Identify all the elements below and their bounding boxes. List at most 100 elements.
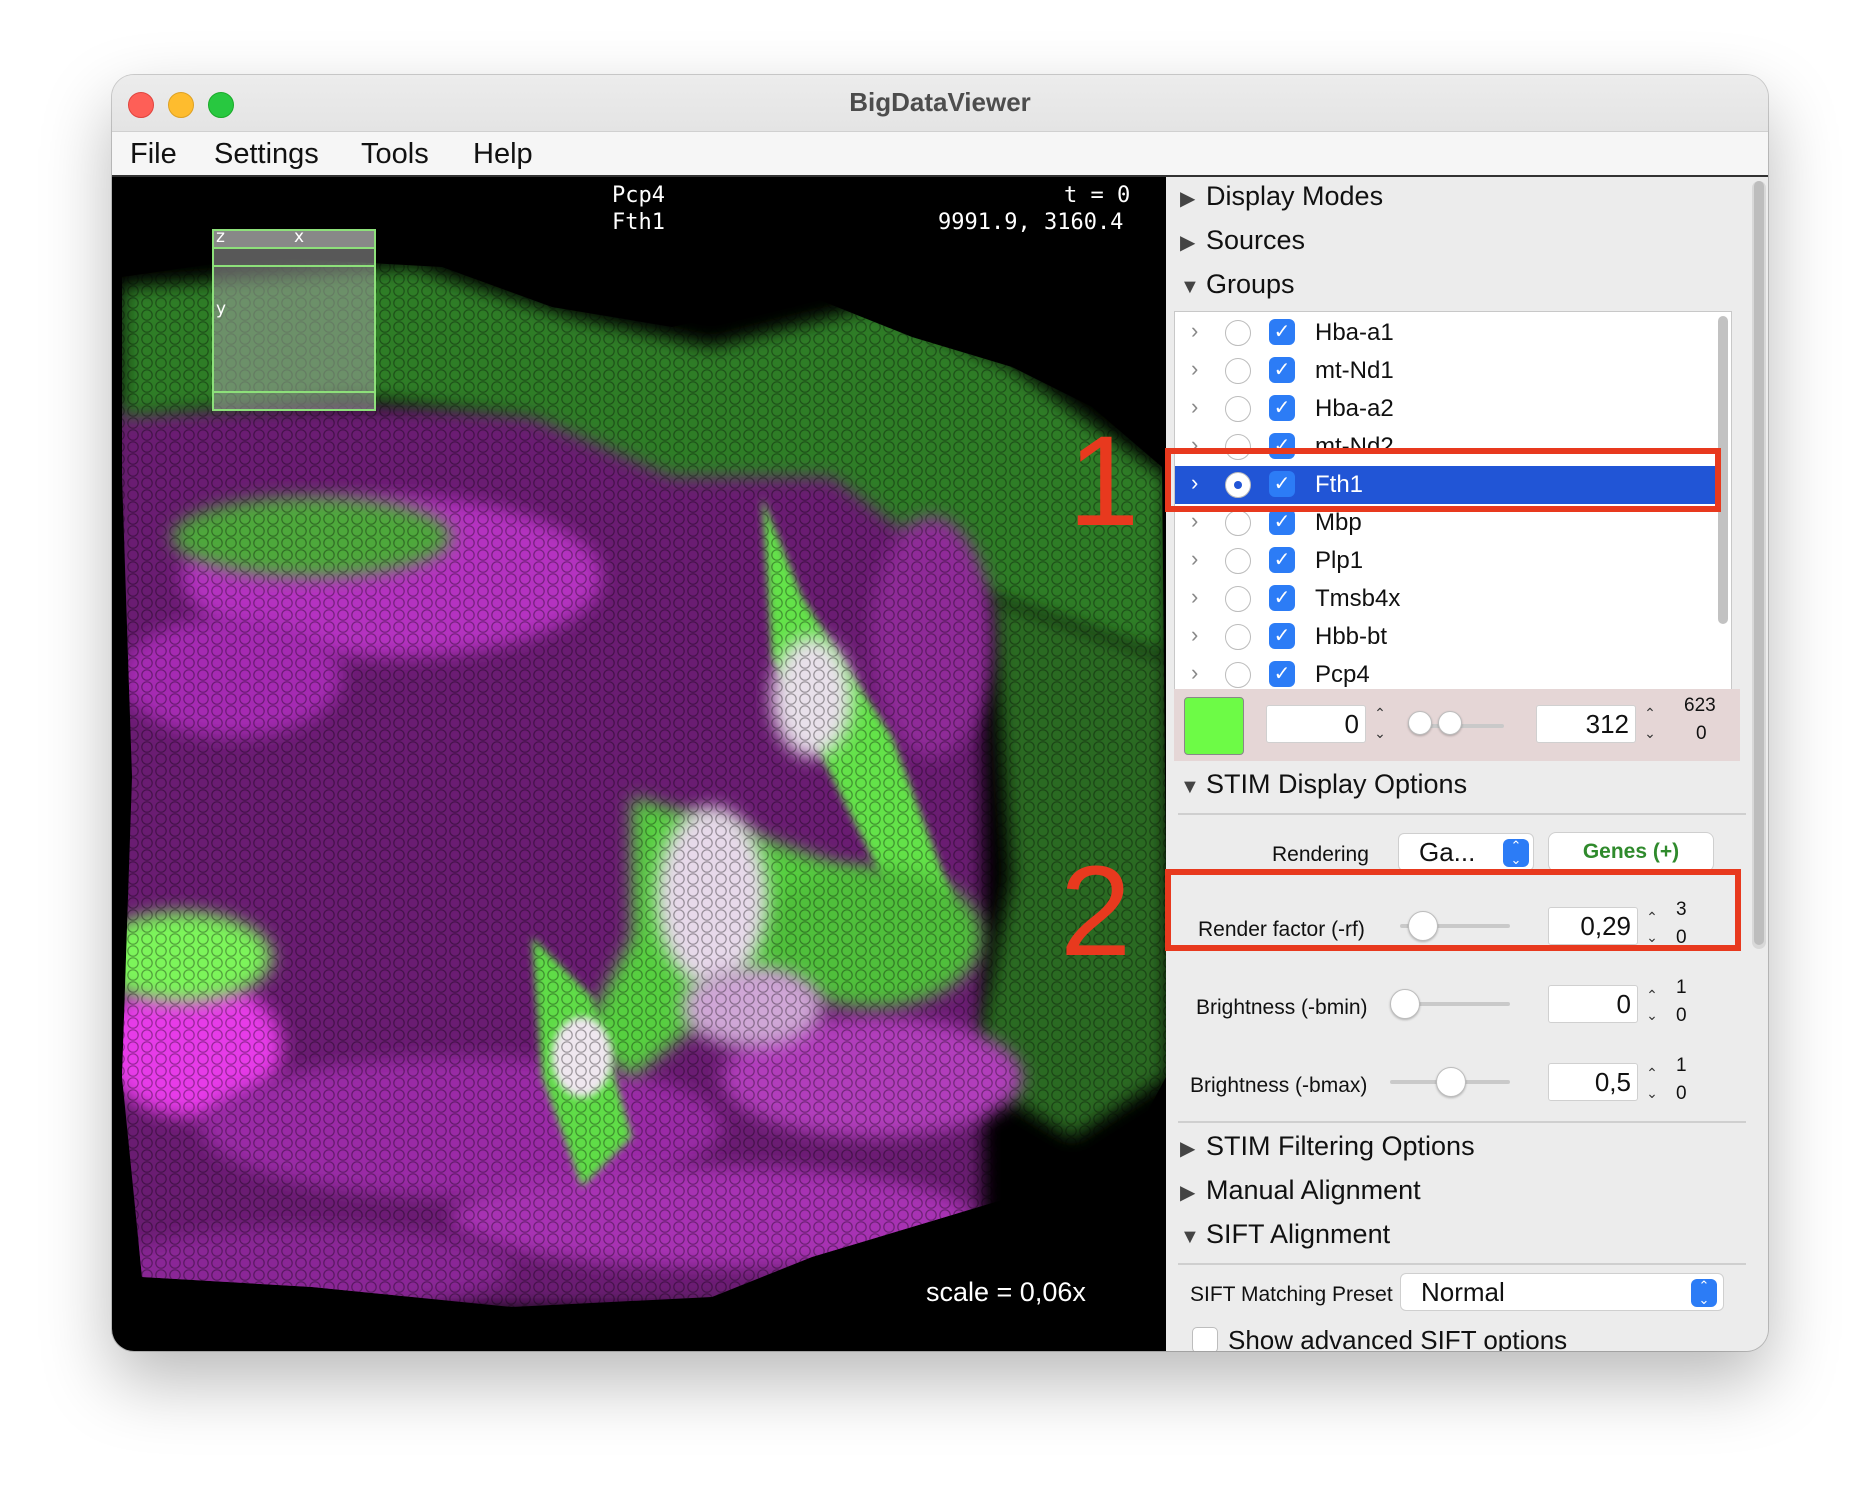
rendering-label: Rendering <box>1272 843 1369 866</box>
divider <box>1178 1121 1746 1123</box>
group-visible-checkbox[interactable]: ✓ <box>1269 509 1295 535</box>
group-active-radio[interactable] <box>1225 510 1251 536</box>
section-groups-label: Groups <box>1206 269 1295 299</box>
group-active-radio[interactable] <box>1225 624 1251 650</box>
brightness-bmin-field[interactable]: 0 <box>1548 985 1638 1023</box>
image-viewer-canvas[interactable]: Pcp4 Fth1 t = 0 9991.9, 3160.4 scale = 0… <box>112 177 1166 1351</box>
navigation-box-line <box>214 391 374 393</box>
menu-help[interactable]: Help <box>473 138 533 171</box>
navigation-box-line <box>214 247 374 249</box>
section-display-modes[interactable]: ▶ Display Modes <box>1180 181 1383 212</box>
expanded-arrow-icon: ▼ <box>1180 1226 1200 1248</box>
dual-range-slider[interactable] <box>1408 711 1504 741</box>
expanded-arrow-icon: ▼ <box>1180 776 1200 798</box>
group-visible-checkbox[interactable]: ✓ <box>1269 661 1295 687</box>
sift-preset-label: SIFT Matching Preset <box>1190 1283 1393 1306</box>
panel-scrollbar-thumb[interactable] <box>1754 181 1764 945</box>
range-max-field[interactable]: 312 <box>1536 705 1636 743</box>
group-active-radio[interactable] <box>1225 320 1251 346</box>
section-stim-filtering-options[interactable]: ▶ STIM Filtering Options <box>1180 1131 1475 1162</box>
brightness-bmax-min: 0 <box>1676 1083 1687 1104</box>
dropdown-arrows-icon: ⌃ ⌄ <box>1691 1279 1717 1307</box>
window-title: BigDataViewer <box>849 87 1031 117</box>
source-name-1: Pcp4 <box>612 183 665 208</box>
section-sift-alignment-label: SIFT Alignment <box>1206 1219 1391 1249</box>
group-active-radio[interactable] <box>1225 586 1251 612</box>
divider <box>1178 1263 1746 1265</box>
axis-z-label: z <box>216 227 225 247</box>
group-visible-checkbox[interactable]: ✓ <box>1269 357 1295 383</box>
range-max-spinner[interactable]: ⌃ ⌄ <box>1640 703 1660 743</box>
brightness-bmax-slider[interactable] <box>1390 1067 1510 1097</box>
panel-scrollbar[interactable] <box>1752 181 1766 949</box>
brightness-bmax-field[interactable]: 0,5 <box>1548 1063 1638 1101</box>
group-name: Pcp4 <box>1315 661 1370 688</box>
advanced-sift-label: Show advanced SIFT options <box>1228 1325 1568 1351</box>
collapsed-arrow-icon: ▶ <box>1180 232 1196 254</box>
brightness-bmax-max: 1 <box>1676 1055 1687 1076</box>
section-manual-alignment[interactable]: ▶ Manual Alignment <box>1180 1175 1421 1206</box>
chevron-right-icon[interactable]: › <box>1191 660 1198 686</box>
group-visible-checkbox[interactable]: ✓ <box>1269 547 1295 573</box>
group-visible-checkbox[interactable]: ✓ <box>1269 585 1295 611</box>
group-color-swatch[interactable] <box>1184 697 1244 755</box>
menu-settings[interactable]: Settings <box>214 138 319 171</box>
group-name: mt-Nd1 <box>1315 357 1394 384</box>
section-sources[interactable]: ▶ Sources <box>1180 225 1305 256</box>
dual-slider-min-knob[interactable] <box>1408 711 1432 735</box>
group-visible-checkbox[interactable]: ✓ <box>1269 623 1295 649</box>
group-active-radio[interactable] <box>1225 396 1251 422</box>
range-min-spinner[interactable]: ⌃ ⌄ <box>1370 703 1390 743</box>
group-name: Hba-a1 <box>1315 319 1394 346</box>
chevron-right-icon[interactable]: › <box>1191 318 1198 344</box>
axis-x-label: x <box>294 227 305 247</box>
group-row[interactable]: › ✓ Tmsb4x <box>1175 580 1715 618</box>
group-active-radio[interactable] <box>1225 662 1251 688</box>
section-stim-filtering-label: STIM Filtering Options <box>1206 1131 1475 1161</box>
sift-preset-dropdown[interactable]: Normal ⌃ ⌄ <box>1400 1273 1724 1311</box>
brightness-bmin-spinner[interactable]: ⌃ ⌄ <box>1642 985 1662 1025</box>
advanced-sift-checkbox[interactable] <box>1192 1327 1218 1351</box>
range-max-limit: 623 <box>1684 695 1716 716</box>
group-name: Mbp <box>1315 509 1362 536</box>
section-sources-label: Sources <box>1206 225 1306 255</box>
title-bar: BigDataViewer <box>112 75 1768 132</box>
group-row[interactable]: › ✓ Pcp4 <box>1175 656 1715 690</box>
brightness-bmax-label: Brightness (-bmax) <box>1190 1074 1368 1097</box>
genes-add-button[interactable]: Genes (+) <box>1548 832 1714 872</box>
group-active-radio[interactable] <box>1225 358 1251 384</box>
group-row[interactable]: › ✓ Plp1 <box>1175 542 1715 580</box>
chevron-right-icon[interactable]: › <box>1191 394 1198 420</box>
section-stim-display-options[interactable]: ▼ STIM Display Options <box>1180 769 1467 800</box>
brightness-bmax-spinner[interactable]: ⌃ ⌄ <box>1642 1063 1662 1103</box>
brightness-bmin-knob[interactable] <box>1390 989 1420 1019</box>
section-sift-alignment[interactable]: ▼ SIFT Alignment <box>1180 1219 1390 1250</box>
sift-preset-value: Normal <box>1421 1277 1505 1307</box>
group-visible-checkbox[interactable]: ✓ <box>1269 395 1295 421</box>
group-active-radio[interactable] <box>1225 548 1251 574</box>
brightness-bmax-knob[interactable] <box>1436 1067 1466 1097</box>
section-groups[interactable]: ▼ Groups <box>1180 269 1295 300</box>
dual-slider-max-knob[interactable] <box>1438 711 1462 735</box>
highlight-box-2 <box>1165 869 1741 951</box>
range-min-field[interactable]: 0 <box>1266 705 1366 743</box>
navigation-box-overlay: z x y <box>212 227 376 411</box>
chevron-right-icon[interactable]: › <box>1191 622 1198 648</box>
menu-file[interactable]: File <box>130 138 177 171</box>
chevron-right-icon[interactable]: › <box>1191 356 1198 382</box>
group-visible-checkbox[interactable]: ✓ <box>1269 319 1295 345</box>
chevron-right-icon[interactable]: › <box>1191 546 1198 572</box>
chevron-right-icon[interactable]: › <box>1191 584 1198 610</box>
group-row[interactable]: › ✓ mt-Nd1 <box>1175 352 1715 390</box>
brightness-bmin-slider[interactable] <box>1390 989 1510 1019</box>
group-row[interactable]: › ✓ Hba-a2 <box>1175 390 1715 428</box>
collapsed-arrow-icon: ▶ <box>1180 1138 1196 1160</box>
group-row[interactable]: › ✓ Hbb-bt <box>1175 618 1715 656</box>
menu-tools[interactable]: Tools <box>361 138 429 171</box>
callout-number-1: 1 <box>1068 410 1140 553</box>
rendering-dropdown[interactable]: Ga... ⌃ ⌄ <box>1398 833 1534 871</box>
brightness-bmin-min: 0 <box>1676 1005 1687 1026</box>
group-properties-row: 0 ⌃ ⌄ 312 ⌃ ⌄ 623 0 <box>1174 689 1740 761</box>
collapsed-arrow-icon: ▶ <box>1180 1182 1196 1204</box>
group-row[interactable]: › ✓ Hba-a1 <box>1175 314 1715 352</box>
